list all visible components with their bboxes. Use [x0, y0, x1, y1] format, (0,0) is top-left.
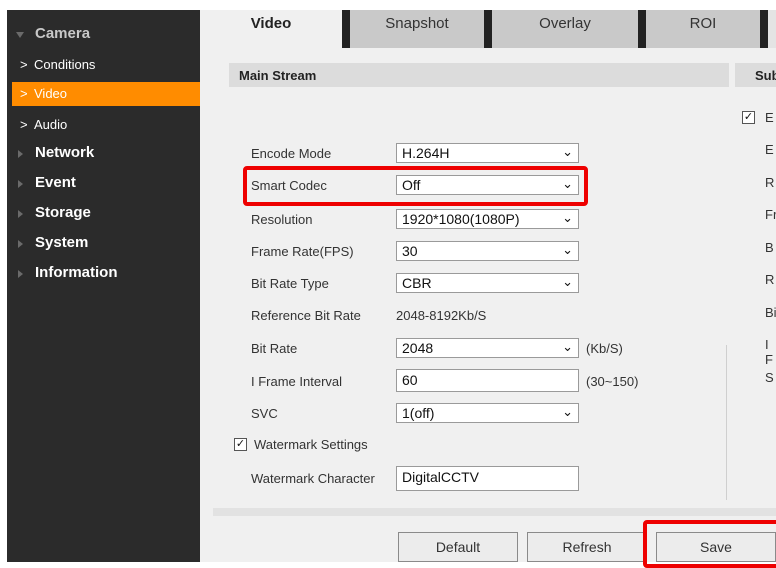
- sidebar-subitem-label: Audio: [34, 117, 68, 132]
- sub-stream-label: Bi: [765, 305, 776, 320]
- input-value: DigitalCCTV: [402, 469, 480, 485]
- i-frame-interval-label: I Frame Interval: [251, 374, 343, 389]
- refresh-button[interactable]: Refresh: [527, 532, 647, 562]
- chevron-right-icon: >: [20, 57, 28, 72]
- save-highlight: [643, 520, 776, 568]
- tab-bar: Video Snapshot Overlay ROI: [200, 10, 776, 48]
- main-stream-header: Main Stream: [229, 63, 729, 87]
- frame-rate-select[interactable]: 30 ⌄: [396, 241, 579, 261]
- select-value: 1920*1080(1080P): [402, 211, 520, 227]
- smart-codec-select[interactable]: Off ⌄: [396, 175, 579, 195]
- triangle-right-icon: [18, 240, 23, 248]
- watermark-settings-checkbox[interactable]: ✓: [234, 438, 247, 451]
- section-title: Main Stream: [239, 68, 317, 83]
- select-value: H.264H: [402, 145, 450, 161]
- triangle-right-icon: [18, 270, 23, 278]
- sidebar-subitem-audio[interactable]: > Audio: [7, 113, 200, 137]
- bit-rate-select[interactable]: 2048 ⌄: [396, 338, 579, 358]
- encode-mode-select[interactable]: H.264H ⌄: [396, 143, 579, 163]
- resolution-label: Resolution: [251, 212, 313, 227]
- bit-rate-unit: (Kb/S): [586, 341, 623, 356]
- watermark-character-input[interactable]: DigitalCCTV: [396, 466, 579, 491]
- chevron-down-icon: ⌄: [562, 210, 573, 225]
- sidebar-item-label: Network: [35, 144, 95, 161]
- sidebar-subitem-video[interactable]: > Video: [12, 82, 200, 106]
- reference-bit-rate-value: 2048-8192Kb/S: [396, 308, 487, 323]
- sub-stream-label: B: [765, 240, 774, 255]
- sidebar-subitem-label: Video: [34, 86, 68, 101]
- tab-separator: [760, 10, 768, 48]
- bit-rate-label: Bit Rate: [251, 341, 298, 356]
- i-frame-interval-range: (30~150): [586, 374, 639, 389]
- i-frame-interval-input[interactable]: 60: [396, 369, 579, 392]
- bit-rate-type-label: Bit Rate Type: [251, 276, 329, 291]
- tab-separator: [638, 10, 646, 48]
- chevron-down-icon: ⌄: [562, 242, 573, 257]
- sidebar-item-event[interactable]: Event: [7, 170, 200, 198]
- encode-mode-label: Encode Mode: [251, 146, 332, 161]
- sidebar-item-label: Storage: [35, 204, 91, 221]
- reference-bit-rate-label: Reference Bit Rate: [251, 308, 361, 323]
- chevron-down-icon: ⌄: [562, 339, 573, 354]
- triangle-right-icon: [18, 150, 23, 158]
- smart-codec-label: Smart Codec: [251, 178, 327, 193]
- sub-stream-label: E: [765, 110, 774, 125]
- watermark-settings-label: Watermark Settings: [254, 437, 368, 452]
- bit-rate-type-select[interactable]: CBR ⌄: [396, 273, 579, 293]
- sidebar-item-system[interactable]: System: [7, 230, 200, 258]
- triangle-down-icon: [16, 32, 24, 38]
- chevron-right-icon: >: [20, 117, 28, 132]
- tab-video[interactable]: Video: [200, 10, 342, 48]
- tab-roi[interactable]: ROI: [646, 10, 760, 48]
- watermark-character-label: Watermark Character: [251, 471, 375, 486]
- select-value: 1(off): [402, 405, 435, 421]
- svc-select[interactable]: 1(off) ⌄: [396, 403, 579, 423]
- app-frame: Camera > Conditions > Video > Audio Netw…: [7, 10, 776, 562]
- sub-stream-label: S: [765, 370, 774, 385]
- sidebar-item-information[interactable]: Information: [7, 260, 200, 288]
- sub-stream-enable-checkbox[interactable]: ✓: [742, 111, 755, 124]
- select-value: 2048: [402, 340, 434, 356]
- sidebar-item-storage[interactable]: Storage: [7, 200, 200, 228]
- svc-label: SVC: [251, 406, 278, 421]
- chevron-right-icon: >: [20, 86, 28, 101]
- sub-stream-label: R: [765, 175, 775, 190]
- chevron-down-icon: ⌄: [562, 144, 573, 159]
- input-value: 60: [402, 372, 418, 388]
- chevron-down-icon: ⌄: [562, 404, 573, 419]
- sidebar-item-label: Camera: [35, 25, 91, 42]
- default-button[interactable]: Default: [398, 532, 518, 562]
- sub-stream-label: R: [765, 272, 775, 287]
- section-title: Sub: [755, 68, 776, 83]
- sidebar-item-label: System: [35, 234, 89, 251]
- tab-separator: [342, 10, 350, 48]
- sidebar-item-label: Event: [35, 174, 76, 191]
- chevron-down-icon: ⌄: [562, 176, 573, 191]
- sub-stream-header: Sub: [735, 63, 776, 87]
- sidebar-item-camera[interactable]: Camera: [7, 21, 200, 49]
- sidebar-subitem-label: Conditions: [34, 57, 96, 72]
- sub-stream-label: Fr: [765, 207, 776, 222]
- tab-overlay[interactable]: Overlay: [492, 10, 638, 48]
- sub-stream-label: I F: [765, 337, 773, 367]
- tab-separator: [484, 10, 492, 48]
- divider: [213, 508, 776, 516]
- frame-rate-label: Frame Rate(FPS): [251, 244, 354, 259]
- triangle-right-icon: [18, 210, 23, 218]
- triangle-right-icon: [18, 180, 23, 188]
- select-value: Off: [402, 177, 421, 193]
- resolution-select[interactable]: 1920*1080(1080P) ⌄: [396, 209, 579, 229]
- chevron-down-icon: ⌄: [562, 274, 573, 289]
- sidebar-item-label: Information: [35, 264, 118, 281]
- tab-snapshot[interactable]: Snapshot: [350, 10, 484, 48]
- sidebar: Camera > Conditions > Video > Audio Netw…: [7, 10, 200, 562]
- sub-stream-label: E: [765, 142, 774, 157]
- divider: [726, 345, 727, 500]
- sidebar-subitem-conditions[interactable]: > Conditions: [7, 53, 200, 77]
- select-value: 30: [402, 243, 418, 259]
- sidebar-item-network[interactable]: Network: [7, 140, 200, 168]
- select-value: CBR: [402, 275, 432, 291]
